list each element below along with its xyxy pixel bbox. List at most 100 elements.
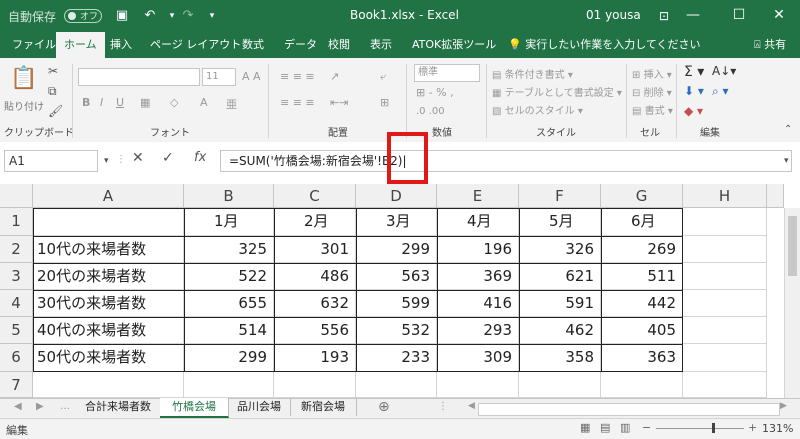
font-name-combo[interactable] <box>78 68 200 86</box>
hscroll-split-icon[interactable]: ⋮ <box>438 401 448 412</box>
cell-h4[interactable] <box>683 290 767 317</box>
cell-d5[interactable]: 532 <box>356 317 437 344</box>
cell-c6[interactable]: 193 <box>274 344 356 372</box>
next-sheet-icon[interactable]: ▶ <box>36 401 44 412</box>
bold-icon[interactable]: B <box>82 96 90 109</box>
tab-data[interactable]: データ <box>282 32 319 58</box>
select-all-corner[interactable] <box>0 184 33 208</box>
fill-icon[interactable]: ⬇ ▾ <box>684 84 704 98</box>
cell-e3[interactable]: 369 <box>437 263 519 290</box>
name-box[interactable]: A1 <box>4 150 98 172</box>
paste-label[interactable]: 貼り付け <box>4 98 44 113</box>
cell-b5[interactable]: 514 <box>184 317 274 344</box>
collapse-ribbon-icon[interactable]: ⌃ <box>784 124 792 135</box>
expand-formula-bar-icon[interactable]: ▾ <box>784 156 789 166</box>
column-header-d[interactable]: D <box>356 184 437 208</box>
cell-h1[interactable] <box>683 208 767 236</box>
sheet-tab-shinagawa[interactable]: 品川会場 <box>228 398 291 416</box>
cell-h7[interactable] <box>683 372 767 398</box>
cell-f5[interactable]: 462 <box>519 317 601 344</box>
cell-f3[interactable]: 621 <box>519 263 601 290</box>
add-sheet-icon[interactable]: ⊕ <box>378 399 390 415</box>
cell-g5[interactable]: 405 <box>601 317 683 344</box>
cell-g7[interactable] <box>601 372 683 398</box>
cell-d2[interactable]: 299 <box>356 236 437 263</box>
column-header-e[interactable]: E <box>437 184 519 208</box>
column-header-h[interactable]: H <box>683 184 767 208</box>
tab-insert[interactable]: 挿入 <box>108 32 134 58</box>
cell-g4[interactable]: 442 <box>601 290 683 317</box>
align-left-icon[interactable]: ≡ ≡ ≡ <box>280 96 315 109</box>
indent-icon[interactable]: ⇤⇥ <box>330 96 348 109</box>
formula-input[interactable]: =SUM('竹橋会場:新宿会場'!B2)| <box>220 150 792 172</box>
sheet-tab-takebashi[interactable]: 竹橋会場 <box>160 398 229 418</box>
save-icon[interactable]: ▣ <box>110 4 134 28</box>
italic-icon[interactable]: I <box>100 96 103 109</box>
autosave-toggle[interactable]: オフ <box>64 9 102 23</box>
cell-c7[interactable] <box>274 372 356 398</box>
cell-e6[interactable]: 309 <box>437 344 519 372</box>
column-header-a[interactable]: A <box>33 184 184 208</box>
minimize-button[interactable]: — <box>670 0 716 32</box>
horizontal-scrollbar[interactable] <box>478 403 780 416</box>
cell-d3[interactable]: 563 <box>356 263 437 290</box>
cell-f2[interactable]: 326 <box>519 236 601 263</box>
column-header-b[interactable]: B <box>184 184 274 208</box>
font-size-combo[interactable]: 11 <box>202 68 236 86</box>
cell-h6[interactable] <box>683 344 767 372</box>
view-normal-icon[interactable]: ▦ <box>580 421 590 434</box>
prev-sheet-icon[interactable]: ◀ <box>14 401 22 412</box>
copy-icon[interactable]: ⧉ <box>48 84 57 99</box>
row-header-2[interactable]: 2 <box>0 236 33 263</box>
cell-d1[interactable]: 3月 <box>356 208 437 236</box>
cell-c5[interactable]: 556 <box>274 317 356 344</box>
cell-a7[interactable] <box>33 372 184 398</box>
row-header-6[interactable]: 6 <box>0 344 33 372</box>
orientation-icon[interactable]: ↗ <box>330 70 339 83</box>
font-grow-icon[interactable]: A A <box>242 70 261 83</box>
tab-formulas[interactable]: 数式 <box>240 32 266 58</box>
sheet-tab-shinjuku[interactable]: 新宿会場 <box>290 398 357 416</box>
sheet-list-icon[interactable]: … <box>60 401 70 412</box>
row-header-5[interactable]: 5 <box>0 317 33 344</box>
underline-icon[interactable]: U <box>116 96 124 109</box>
zoom-out-icon[interactable]: − <box>642 421 651 434</box>
cell-c3[interactable]: 486 <box>274 263 356 290</box>
cell-g6[interactable]: 363 <box>601 344 683 372</box>
close-button[interactable]: ✕ <box>756 0 800 32</box>
sheet-tab-total[interactable]: 合計来場者数 <box>76 398 161 416</box>
view-page-layout-icon[interactable]: ▤ <box>600 421 610 434</box>
column-header-c[interactable]: C <box>274 184 356 208</box>
cell-g2[interactable]: 269 <box>601 236 683 263</box>
cell-g1[interactable]: 6月 <box>601 208 683 236</box>
user-name[interactable]: 01 yousa <box>586 8 641 22</box>
cell-f1[interactable]: 5月 <box>519 208 601 236</box>
cell-f7[interactable] <box>519 372 601 398</box>
clear-icon[interactable]: ◆ ▾ <box>684 104 703 118</box>
cell-a4[interactable]: 30代の来場者数 <box>33 290 184 317</box>
scroll-thumb[interactable] <box>788 216 797 276</box>
tab-review[interactable]: 校閲 <box>326 32 352 58</box>
cell-a5[interactable]: 40代の来場者数 <box>33 317 184 344</box>
table-format-button[interactable]: ▦ テーブルとして書式設定 ▾ <box>492 84 622 99</box>
cell-h5[interactable] <box>683 317 767 344</box>
insert-cells-button[interactable]: ⊞ 挿入 ▾ <box>632 66 672 81</box>
border-icon[interactable]: ▦ <box>140 96 150 109</box>
cell-e4[interactable]: 416 <box>437 290 519 317</box>
cell-e7[interactable] <box>437 372 519 398</box>
cell-h3[interactable] <box>683 263 767 290</box>
column-header-g[interactable]: G <box>601 184 683 208</box>
cell-c2[interactable]: 301 <box>274 236 356 263</box>
share-button[interactable]: ⍓ 共有 <box>752 32 788 58</box>
zoom-level[interactable]: 131% <box>762 422 793 435</box>
cell-d6[interactable]: 233 <box>356 344 437 372</box>
row-header-4[interactable]: 4 <box>0 290 33 317</box>
cell-a6[interactable]: 50代の来場者数 <box>33 344 184 372</box>
insert-function-icon[interactable]: fx <box>194 150 206 165</box>
decimal-icon[interactable]: .0 .00 <box>416 106 445 117</box>
cell-d4[interactable]: 599 <box>356 290 437 317</box>
phonetic-icon[interactable]: 亜 <box>226 96 237 112</box>
tab-home[interactable]: ホーム <box>56 32 105 59</box>
cell-a1[interactable] <box>33 208 184 236</box>
cell-a2[interactable]: 10代の来場者数 <box>33 236 184 263</box>
